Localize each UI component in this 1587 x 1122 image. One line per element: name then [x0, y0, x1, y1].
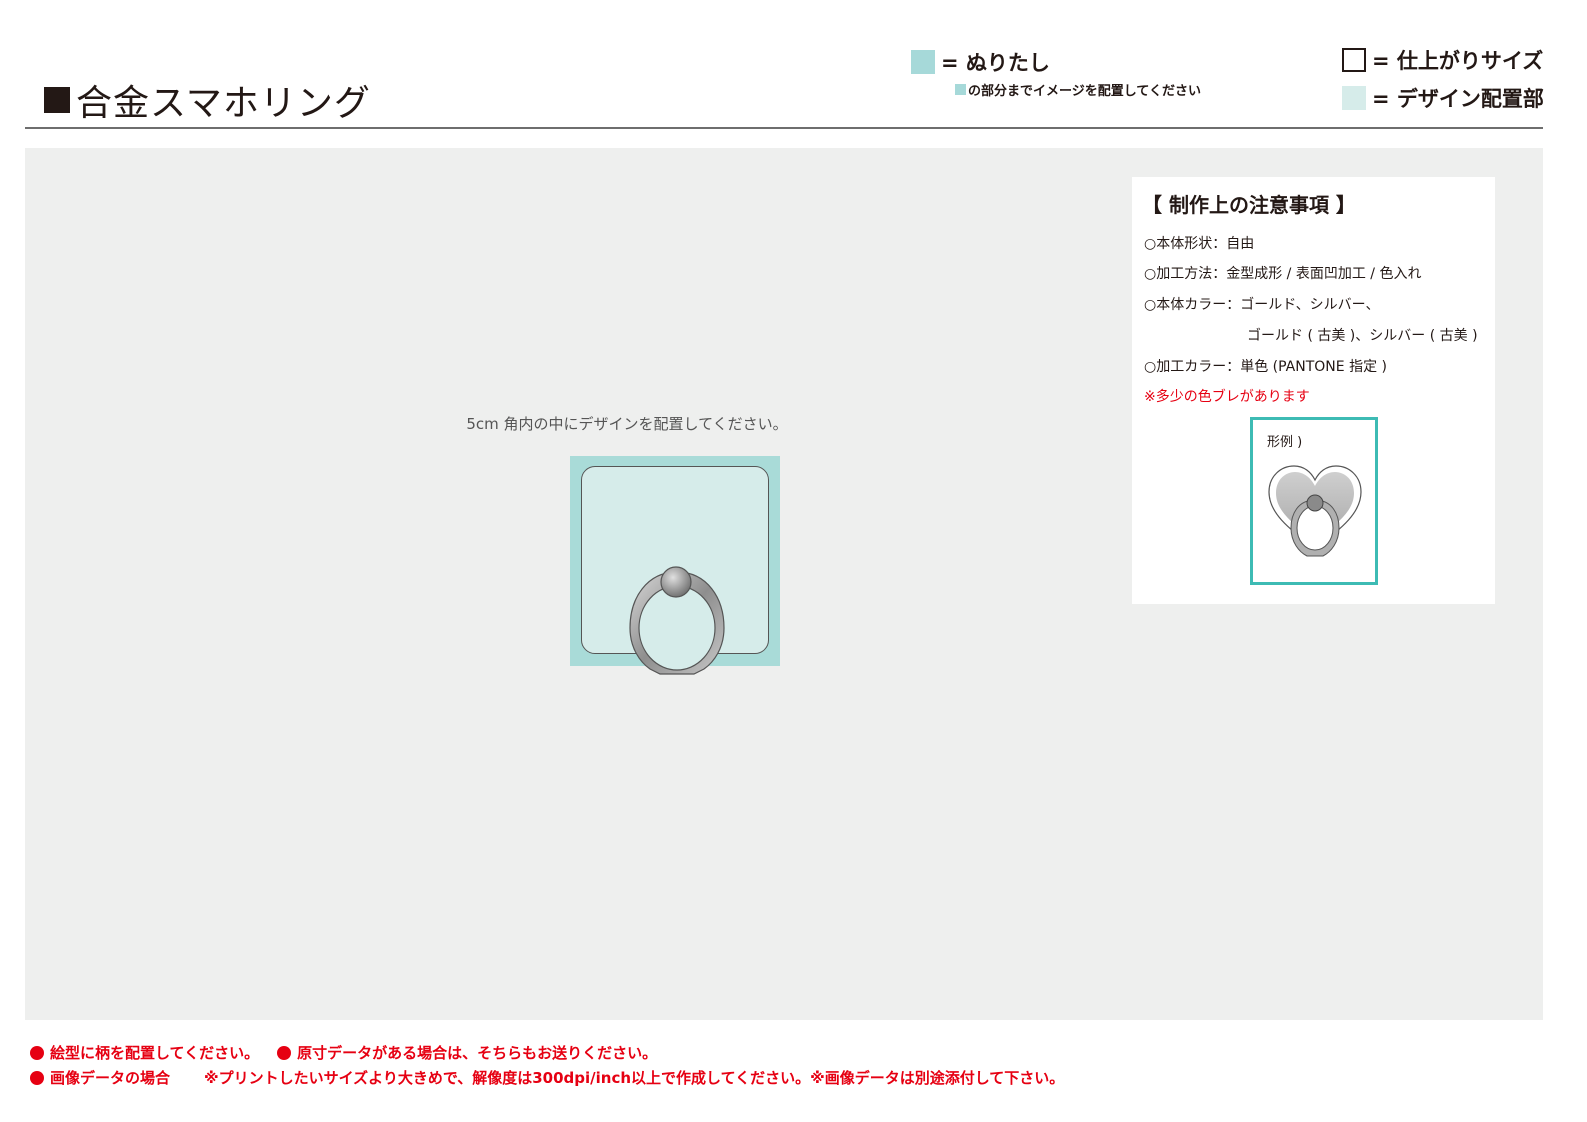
header-divider: [25, 127, 1543, 129]
footer-line-1: 絵型に柄を配置してください。 原寸データがある場合は、そちらもお送りください。: [30, 1042, 657, 1063]
square-icon: [44, 87, 70, 113]
placement-instruction-text: 5cm 角内の中にデザインを配置してください。: [466, 415, 788, 433]
note-print-color: ○加工カラー：単色 (PANTONE 指定 ): [1144, 359, 1387, 375]
legend-finish-label: = 仕上がりサイズ: [1372, 49, 1544, 73]
note-processing-method: ○加工方法：金型成形 / 表面凹加工 / 色入れ: [1144, 266, 1422, 282]
legend-design: = デザイン配置部: [1342, 83, 1544, 113]
note-body-shape: ○本体形状：自由: [1144, 236, 1255, 252]
legend-bleed: = ぬりたし: [911, 47, 1050, 77]
shape-example-label: 形例 ): [1267, 435, 1303, 450]
production-notes-panel: 【 制作上の注意事項 】 ○本体形状：自由 ○加工方法：金型成形 / 表面凹加工…: [1132, 177, 1495, 604]
heart-ring-example-icon: [1268, 465, 1362, 557]
footer-image-data-note: ※プリントしたいサイズより大きめで、解像度は300dpi/inch以上で作成して…: [204, 1069, 1065, 1087]
bullet-icon: [30, 1045, 44, 1060]
legend-design-label: = デザイン配置部: [1372, 87, 1544, 111]
bleed-swatch: [911, 50, 935, 74]
note-body-color-cont: ゴールド ( 古美 )、シルバー ( 古美 ): [1247, 328, 1478, 344]
footer-image-data-label: 画像データの場合: [50, 1069, 171, 1087]
bullet-icon: [277, 1045, 292, 1060]
footer-original-data-note: 原寸データがある場合は、そちらもお送りください。: [297, 1044, 658, 1062]
footer-pattern-note: 絵型に柄を配置してください。: [50, 1044, 260, 1062]
design-swatch: [1342, 86, 1366, 110]
page-title: 合金スマホリング: [44, 74, 371, 126]
ring-icon: [629, 566, 725, 675]
bleed-mini-swatch: [955, 84, 966, 95]
template-canvas: 5cm 角内の中にデザインを配置してください。 【 制作上の注意事項 】 ○本体…: [25, 148, 1543, 1020]
legend-bleed-note: の部分までイメージを配置してください: [955, 80, 1201, 99]
note-body-color: ○本体カラー：ゴールド、シルバー、: [1144, 297, 1380, 313]
footer-line-2: 画像データの場合 ※プリントしたいサイズより大きめで、解像度は300dpi/in…: [30, 1067, 1064, 1088]
note-color-warning: ※多少の色ブレがあります: [1144, 389, 1310, 405]
finish-swatch: [1342, 48, 1366, 72]
page-title-text: 合金スマホリング: [76, 83, 371, 124]
notes-title: 【 制作上の注意事項 】: [1142, 193, 1356, 217]
shape-example-box: 形例 ): [1250, 417, 1378, 585]
legend-bleed-label: = ぬりたし: [941, 51, 1050, 75]
legend-finish: = 仕上がりサイズ: [1342, 45, 1543, 75]
bullet-icon: [30, 1070, 44, 1085]
legend-bleed-note-text: の部分までイメージを配置してください: [968, 84, 1201, 99]
